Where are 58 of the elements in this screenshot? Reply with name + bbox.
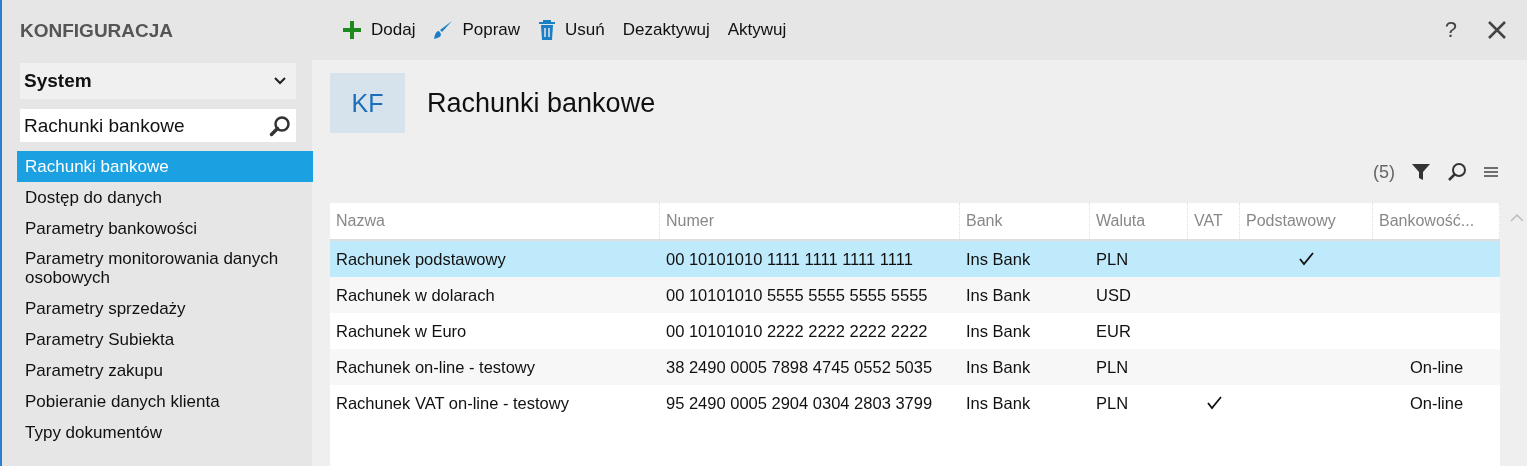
table-cell-text: Ins Bank: [965, 320, 1032, 342]
chevron-down-icon: [274, 77, 286, 85]
delete-button[interactable]: Usuń: [538, 18, 605, 42]
table-cell-text: Rachunek podstawowy: [335, 248, 507, 270]
edit-button[interactable]: Popraw: [433, 18, 521, 42]
nav-item[interactable]: Parametry zakupu: [17, 355, 313, 386]
nav-item[interactable]: Parametry Subiekta: [17, 324, 313, 355]
table-cell-text: Rachunek w dolarach: [335, 284, 496, 306]
column-header[interactable]: Podstawowy: [1240, 203, 1373, 239]
table-cell: On-line: [1409, 393, 1464, 413]
trash-icon: [538, 20, 557, 40]
toolbar-button[interactable]: Dezaktywuj: [622, 18, 710, 42]
filter-icon[interactable]: [1411, 162, 1431, 182]
record-count: (5): [1373, 161, 1395, 183]
column-header[interactable]: Bank: [960, 203, 1090, 239]
search-field[interactable]: Rachunki bankowe: [20, 109, 296, 142]
nav-item[interactable]: Pobieranie danych klienta: [17, 386, 313, 417]
table-cell-text: 00 10101010 1111 1111 1111 1111: [665, 248, 914, 270]
nav-item[interactable]: Dostęp do danych: [17, 182, 313, 213]
column-header[interactable]: Nazwa: [330, 203, 660, 239]
plus-icon: [342, 20, 362, 40]
nav-item[interactable]: Typy dokumentów: [17, 417, 313, 448]
table-cell-text: PLN: [1095, 392, 1130, 414]
table-cell-text: Ins Bank: [965, 284, 1032, 306]
search-icon: [269, 114, 291, 137]
nav-item[interactable]: Parametry sprzedaży: [17, 293, 313, 324]
table-cell: On-line: [1409, 357, 1464, 377]
column-header[interactable]: VAT: [1188, 203, 1240, 239]
table-cell-text: Rachunek w Euro: [335, 320, 468, 342]
module-badge: KF: [330, 73, 405, 133]
table-cell-text: Ins Bank: [965, 356, 1032, 378]
table-cell-text: Ins Bank: [965, 392, 1032, 414]
brush-icon: [433, 20, 454, 40]
search-icon[interactable]: [1447, 162, 1467, 182]
close-icon[interactable]: [1487, 20, 1507, 40]
menu-icon[interactable]: [1483, 165, 1499, 179]
table-cell-text: Ins Bank: [965, 248, 1032, 270]
table-cell-text: PLN: [1095, 356, 1130, 378]
table-cell-text: 00 10101010 5555 5555 5555 5555: [665, 284, 929, 306]
nav-item[interactable]: Parametry monitorowania danych osobowych: [17, 244, 313, 293]
table-cell-text: Rachunek VAT on-line - testowy: [335, 392, 570, 414]
help-button[interactable]: ?: [1444, 17, 1457, 43]
table-cell-text: PLN: [1095, 248, 1130, 270]
table-cell-text: EUR: [1095, 320, 1132, 342]
page-title: Rachunki bankowe: [427, 87, 656, 119]
nav-item[interactable]: Parametry bankowości: [17, 213, 313, 244]
table-cell-text: USD: [1095, 284, 1132, 306]
column-header[interactable]: Numer: [660, 203, 960, 239]
column-header[interactable]: Waluta: [1090, 203, 1188, 239]
toolbar-button[interactable]: Aktywuj: [727, 18, 787, 42]
add-button[interactable]: Dodaj: [342, 18, 416, 42]
column-header[interactable]: Bankowość...: [1373, 203, 1500, 239]
table-cell-text: Rachunek on-line - testowy: [335, 356, 536, 378]
module-dropdown[interactable]: System: [20, 63, 296, 99]
table-cell-text: 95 2490 0005 2904 0304 2803 3799: [665, 392, 934, 414]
table-cell-text: 38 2490 0005 7898 4745 0552 5035: [665, 356, 934, 378]
section-title: KONFIGURACJA: [19, 19, 175, 43]
table-cell-text: 00 10101010 2222 2222 2222 2222: [665, 320, 929, 342]
